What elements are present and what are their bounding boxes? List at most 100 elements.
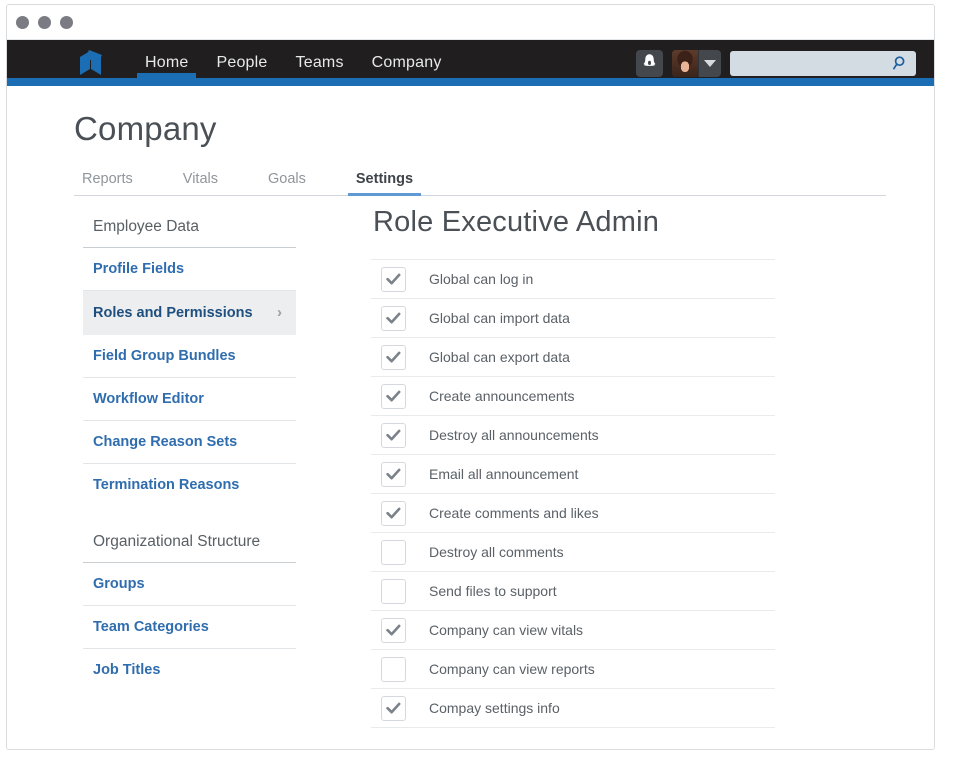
page-title: Company: [74, 110, 217, 148]
sidebar-item-termination-reasons-label: Termination Reasons: [93, 477, 239, 493]
page-content: Company Reports Vitals Goals Settings: [7, 86, 934, 749]
window-titlebar: [7, 5, 934, 40]
sidebar-item-groups[interactable]: Groups: [83, 563, 296, 606]
sidebar-item-field-group-bundles-label: Field Group Bundles: [93, 348, 236, 364]
app-navbar: Home People Teams Company: [7, 40, 934, 86]
nav-link-company[interactable]: Company: [358, 40, 456, 86]
checkbox-checked[interactable]: [381, 345, 406, 370]
nav-link-people[interactable]: People: [202, 40, 281, 86]
permission-label: Destroy all comments: [429, 544, 564, 560]
sidebar-item-team-categories-label: Team Categories: [93, 619, 209, 635]
nav-link-teams-label: Teams: [296, 54, 344, 71]
nav-link-teams[interactable]: Teams: [282, 40, 358, 86]
nav-link-home-label: Home: [145, 54, 188, 71]
avatar: [672, 50, 699, 77]
notifications-button[interactable]: [636, 50, 663, 77]
sidebar-item-field-group-bundles[interactable]: Field Group Bundles: [83, 335, 296, 378]
sidebar-group-employee-data: Employee Data Profile Fields Roles and P…: [83, 218, 296, 507]
window-close-dot[interactable]: [16, 16, 29, 29]
permission-row[interactable]: Create comments and likes: [371, 494, 775, 533]
permission-row[interactable]: Destroy all comments: [371, 533, 775, 572]
page-tabs: Reports Vitals Goals Settings: [74, 164, 886, 196]
role-title: Role Executive Admin: [373, 206, 775, 239]
search-box[interactable]: [730, 51, 916, 76]
permission-row[interactable]: Global can import data: [371, 299, 775, 338]
tab-goals-label: Goals: [268, 171, 306, 187]
tab-reports-label: Reports: [82, 171, 133, 187]
sidebar-item-job-titles-label: Job Titles: [93, 662, 160, 678]
permission-label: Company can view vitals: [429, 622, 583, 638]
permissions-list: Global can log in Global can import data G…: [371, 259, 775, 728]
checkbox-unchecked[interactable]: [381, 540, 406, 565]
sidebar-item-groups-label: Groups: [93, 576, 145, 592]
sidebar-item-profile-fields[interactable]: Profile Fields: [83, 248, 296, 291]
sidebar-item-profile-fields-label: Profile Fields: [93, 261, 184, 277]
permission-label: Destroy all announcements: [429, 427, 599, 443]
checkbox-checked[interactable]: [381, 501, 406, 526]
browser-window: Home People Teams Company: [6, 4, 935, 750]
permission-row[interactable]: Company can view reports: [371, 650, 775, 689]
sidebar-heading-organizational-structure: Organizational Structure: [83, 533, 296, 563]
sidebar-item-roles-and-permissions-label: Roles and Permissions: [93, 305, 253, 321]
navbar-links: Home People Teams Company: [131, 40, 456, 86]
permission-row[interactable]: Global can export data: [371, 338, 775, 377]
chevron-down-icon: [699, 50, 721, 77]
nav-link-home[interactable]: Home: [131, 40, 202, 86]
permission-row[interactable]: Email all announcement: [371, 455, 775, 494]
checkbox-checked[interactable]: [381, 384, 406, 409]
permission-label: Company can view reports: [429, 661, 595, 677]
permission-row[interactable]: Global can log in: [371, 260, 775, 299]
window-minimize-dot[interactable]: [38, 16, 51, 29]
tab-goals[interactable]: Goals: [260, 171, 314, 195]
tab-settings-label: Settings: [356, 171, 413, 187]
sidebar-item-roles-and-permissions[interactable]: Roles and Permissions ›: [83, 291, 296, 335]
permission-label: Global can log in: [429, 271, 533, 287]
permission-label: Send files to support: [429, 583, 557, 599]
chevron-right-icon: ›: [277, 304, 282, 321]
sidebar-item-change-reason-sets[interactable]: Change Reason Sets: [83, 421, 296, 464]
checkbox-checked[interactable]: [381, 696, 406, 721]
checkbox-checked[interactable]: [381, 423, 406, 448]
tab-vitals[interactable]: Vitals: [175, 171, 226, 195]
permission-label: Create announcements: [429, 388, 575, 404]
sidebar-item-job-titles[interactable]: Job Titles: [83, 649, 296, 692]
checkbox-checked[interactable]: [381, 618, 406, 643]
permission-label: Compay settings info: [429, 700, 560, 716]
permission-label: Global can export data: [429, 349, 570, 365]
navbar-right-cluster: [636, 40, 916, 86]
sidebar-group-organizational-structure: Organizational Structure Groups Team Cat…: [83, 533, 296, 692]
sidebar-item-workflow-editor[interactable]: Workflow Editor: [83, 378, 296, 421]
permission-row[interactable]: Destroy all announcements: [371, 416, 775, 455]
tab-settings[interactable]: Settings: [348, 171, 421, 195]
permission-label: Email all announcement: [429, 466, 578, 482]
search-input[interactable]: [730, 51, 916, 76]
tab-vitals-label: Vitals: [183, 171, 218, 187]
checkbox-unchecked[interactable]: [381, 657, 406, 682]
checkbox-checked[interactable]: [381, 306, 406, 331]
permission-row[interactable]: Send files to support: [371, 572, 775, 611]
permission-row[interactable]: Compay settings info: [371, 689, 775, 728]
role-permissions-panel: Role Executive Admin Global can log inGl…: [371, 206, 775, 728]
company-logo-icon[interactable]: [77, 49, 109, 77]
tab-reports[interactable]: Reports: [74, 171, 141, 195]
sidebar-item-termination-reasons[interactable]: Termination Reasons: [83, 464, 296, 507]
permission-row[interactable]: Company can view vitals: [371, 611, 775, 650]
sidebar-item-team-categories[interactable]: Team Categories: [83, 606, 296, 649]
window-controls: [16, 16, 73, 29]
settings-sidebar: Employee Data Profile Fields Roles and P…: [83, 218, 296, 718]
permission-row[interactable]: Create announcements: [371, 377, 775, 416]
checkbox-checked[interactable]: [381, 267, 406, 292]
checkbox-checked[interactable]: [381, 462, 406, 487]
permission-label: Create comments and likes: [429, 505, 599, 521]
nav-link-company-label: Company: [372, 54, 442, 71]
screen: Home People Teams Company: [0, 0, 960, 764]
permission-label: Global can import data: [429, 310, 570, 326]
bell-icon: [642, 53, 657, 74]
user-menu[interactable]: [672, 50, 721, 77]
sidebar-item-change-reason-sets-label: Change Reason Sets: [93, 434, 237, 450]
sidebar-heading-employee-data: Employee Data: [83, 218, 296, 248]
window-maximize-dot[interactable]: [60, 16, 73, 29]
sidebar-item-workflow-editor-label: Workflow Editor: [93, 391, 204, 407]
nav-link-people-label: People: [216, 54, 267, 71]
checkbox-unchecked[interactable]: [381, 579, 406, 604]
